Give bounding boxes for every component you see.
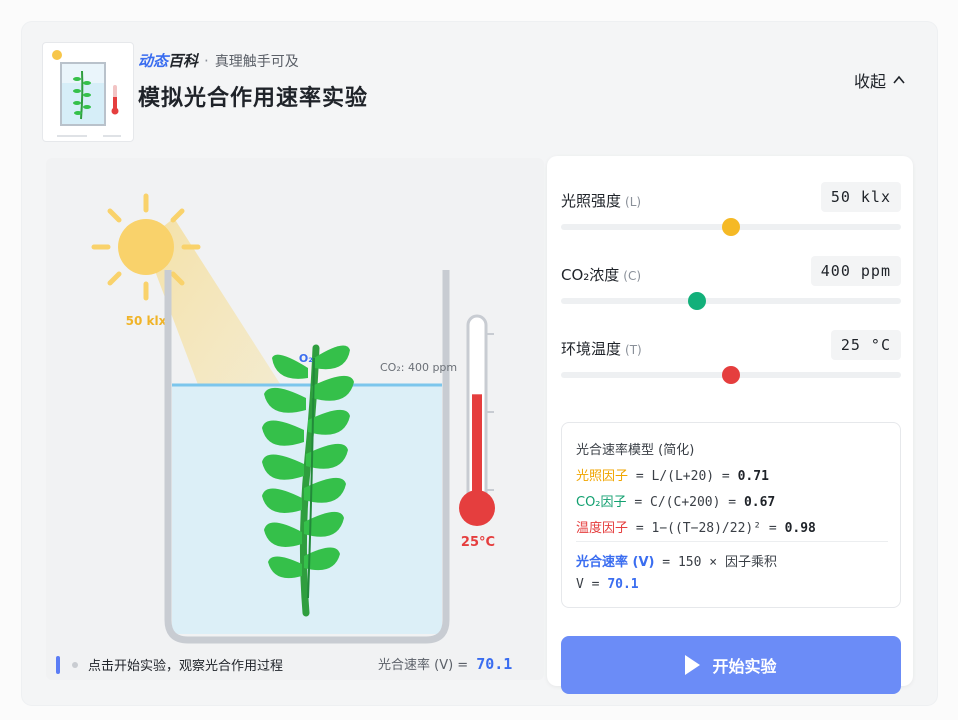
control-panel: 光照强度 (L) 50 klx CO₂浓度 (C) 400 ppm 环境温度 (T) …	[547, 156, 913, 694]
brand-logo-part1: 动态	[138, 52, 169, 70]
rate-formula-line: 光合速率 (V) = 150 × 因子乘积	[576, 555, 777, 570]
light-intensity-label: 50 klx	[126, 314, 167, 328]
sun-icon	[91, 193, 201, 301]
temperature-label: 25°C	[461, 535, 495, 550]
instruction-hint: 点击开始实验，观察光合作用过程	[56, 655, 283, 674]
oxygen-label: O₂	[299, 352, 313, 365]
hint-text: 点击开始实验，观察光合作用过程	[88, 659, 284, 674]
co2-concentration-slider[interactable]	[561, 292, 901, 310]
temperature-control: 环境温度 (T) 25 °C	[561, 318, 901, 384]
rate-readout: 光合速率 (V) = 70.1	[378, 654, 512, 673]
page-title: 模拟光合作用速率实验	[138, 86, 369, 111]
light-intensity-value: 50 klx	[820, 182, 901, 212]
rate-readout-value: 70.1	[476, 655, 513, 673]
brand: 动态 百科 · 真理触手可及	[138, 50, 299, 71]
temperature-label: 环境温度 (T)	[561, 340, 642, 358]
simulation-stage: 50 klx CO₂: 400 ppm O₂ 25°C 点击开始实验，观察光合作…	[46, 158, 544, 680]
hint-dot-icon	[72, 661, 78, 668]
play-icon	[685, 655, 701, 675]
rate-readout-label: 光合速率 (V) =	[378, 658, 469, 673]
start-experiment-label: 开始实验	[712, 657, 777, 676]
co2-concentration-slider-handle[interactable]	[688, 292, 706, 310]
brand-separator: ·	[204, 51, 209, 70]
temperature-slider[interactable]	[561, 366, 901, 384]
temperature-slider-handle[interactable]	[722, 366, 740, 384]
temperature-value: 25 °C	[830, 330, 901, 360]
co2-factor-line: CO₂因子 = C/(C+200) = 0.67	[576, 495, 776, 510]
start-experiment-button[interactable]: 开始实验	[561, 636, 901, 694]
thumbnail-image	[42, 42, 134, 142]
brand-logo-part2: 百科	[168, 52, 199, 70]
co2-concentration-label: CO₂: 400 ppm	[380, 361, 457, 374]
thermometer	[459, 314, 495, 526]
model-title: 光合速率模型 (简化)	[576, 443, 695, 458]
co2-concentration-value: 400 ppm	[810, 256, 901, 286]
temperature-factor-line: 温度因子 = 1−((T−28)/22)² = 0.98	[576, 521, 816, 536]
model-divider	[576, 541, 888, 542]
light-factor-line: 光照因子 = L/(L+20) = 0.71	[576, 469, 769, 484]
chevron-up-icon	[893, 75, 905, 84]
light-intensity-slider-handle[interactable]	[722, 218, 740, 236]
co2-concentration-label: CO₂浓度 (C)	[561, 266, 642, 284]
rate-value-line: V = 70.1	[576, 577, 639, 592]
brand-slogan: 真理触手可及	[214, 53, 299, 70]
co2-concentration-control: CO₂浓度 (C) 400 ppm	[561, 244, 901, 310]
rate-model-box: 光合速率模型 (简化) 光照因子 = L/(L+20) = 0.71 CO₂因子…	[561, 422, 901, 608]
light-intensity-slider[interactable]	[561, 218, 901, 236]
light-intensity-control: 光照强度 (L) 50 klx	[561, 170, 901, 236]
collapse-button[interactable]: 收起	[854, 68, 906, 92]
hint-accent-bar	[56, 655, 60, 674]
experiment-card: 动态 百科 · 真理触手可及 模拟光合作用速率实验 收起 50 klx CO₂:…	[22, 22, 937, 705]
collapse-label: 收起	[854, 72, 887, 91]
header: 动态 百科 · 真理触手可及 模拟光合作用速率实验 收起	[22, 22, 937, 142]
light-intensity-label: 光照强度 (L)	[561, 192, 642, 210]
